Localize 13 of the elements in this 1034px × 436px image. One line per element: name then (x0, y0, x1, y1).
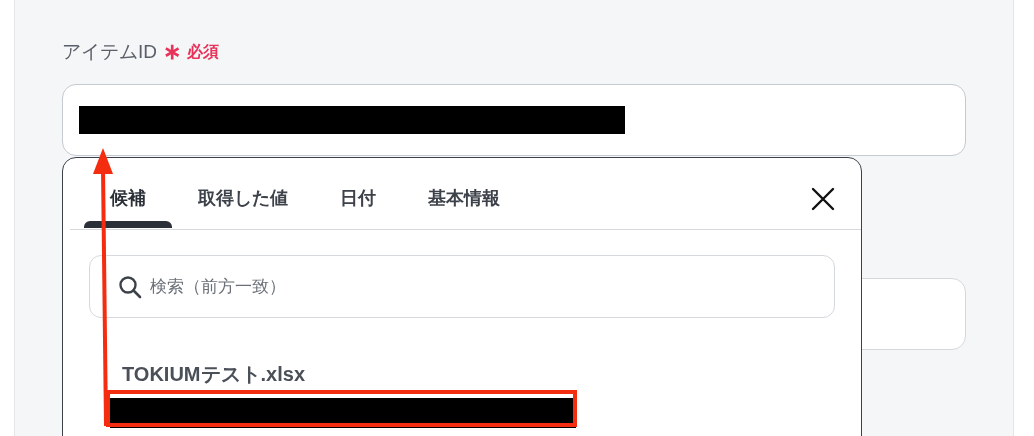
search-field[interactable]: 検索（前方一致） (89, 255, 835, 318)
search-icon (118, 274, 142, 299)
search-placeholder: 検索（前方一致） (150, 275, 286, 298)
picker-tab[interactable]: 日付 (314, 158, 402, 229)
input-field[interactable] (62, 84, 966, 156)
picker-tab[interactable]: 候補 (84, 158, 172, 229)
picker-tab[interactable]: 基本情報 (402, 158, 526, 229)
close-icon[interactable] (811, 187, 835, 211)
list-item-title[interactable]: TOKIUMテスト.xlsx (122, 362, 861, 386)
required-mark: ∗ (163, 41, 181, 63)
required-text: 必須 (187, 42, 219, 62)
field-label: アイテムID (62, 39, 157, 64)
picker-tab[interactable]: 取得した値 (172, 158, 314, 229)
